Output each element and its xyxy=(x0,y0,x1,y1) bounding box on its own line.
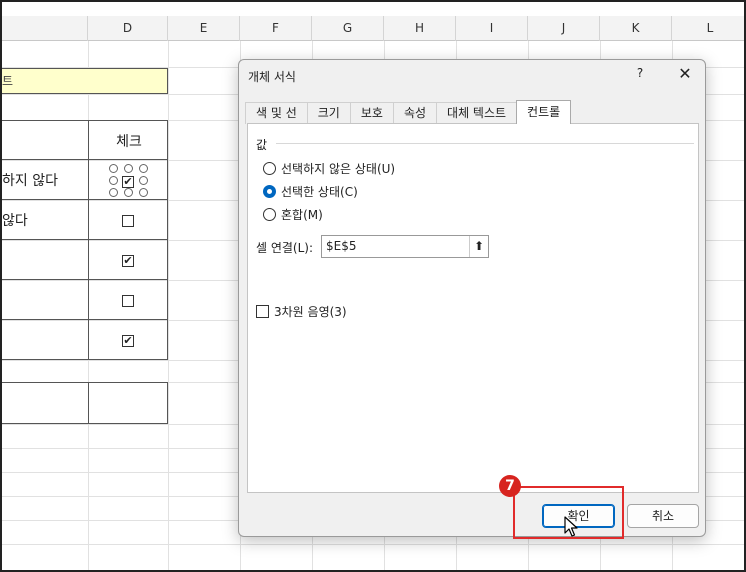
resize-handle[interactable] xyxy=(139,176,148,185)
table-row[interactable]: 않다 xyxy=(2,200,168,240)
column-header-c[interactable] xyxy=(2,16,88,41)
column-header-i[interactable]: I xyxy=(456,16,528,41)
column-header-f[interactable]: F xyxy=(240,16,312,41)
column-header-d[interactable]: D xyxy=(88,16,168,41)
check-cell[interactable] xyxy=(88,280,168,319)
resize-handle[interactable] xyxy=(124,188,133,197)
shading-3d-checkbox-row[interactable]: 3차원 음영(3) xyxy=(256,303,347,320)
radio-label: 혼합(M) xyxy=(281,207,323,222)
tab-protection[interactable]: 보호 xyxy=(349,102,394,124)
step-badge: 7 xyxy=(499,475,521,497)
table-row[interactable] xyxy=(2,280,168,320)
summary-cell[interactable] xyxy=(88,383,168,423)
check-cell[interactable]: ✔ xyxy=(88,320,168,359)
resize-handle[interactable] xyxy=(109,164,118,173)
column-header-g[interactable]: G xyxy=(312,16,384,41)
group-divider xyxy=(276,143,694,144)
checkbox[interactable] xyxy=(122,295,134,307)
mouse-cursor-icon xyxy=(564,516,578,537)
gridline xyxy=(2,544,744,545)
tab-bar: 색 및 선 크기 보호 속성 대체 텍스트 컨트롤 xyxy=(245,100,572,124)
control-tab-panel: 값 선택하지 않은 상태(U) 선택한 상태(C) 혼합(M) 셀 연결(L):… xyxy=(247,123,699,493)
table-row[interactable]: ✔ xyxy=(2,240,168,280)
screenshot-frame: D E F G H I J K L 트 체크 하지 않다 ✔ 않다 ✔ ✔ 개체… xyxy=(0,0,746,572)
column-header-j[interactable]: J xyxy=(528,16,600,41)
title-cell[interactable]: 트 xyxy=(2,68,168,94)
help-button[interactable]: ? xyxy=(632,66,648,84)
tab-alt-text[interactable]: 대체 텍스트 xyxy=(436,102,518,124)
cell-link-label: 셀 연결(L): xyxy=(256,241,314,255)
table-header-row[interactable]: 체크 xyxy=(2,120,168,160)
radio-mixed-state[interactable]: 혼합(M) xyxy=(263,205,323,223)
column-header-h[interactable]: H xyxy=(384,16,456,41)
radio-label: 선택하지 않은 상태(U) xyxy=(281,161,396,176)
title-cell-text: 트 xyxy=(2,74,14,88)
cancel-button[interactable]: 취소 xyxy=(627,504,699,528)
column-header-row: D E F G H I J K L xyxy=(2,16,744,41)
radio-checked-state[interactable]: 선택한 상태(C) xyxy=(263,182,358,200)
cell-link-value: $E$5 xyxy=(326,239,357,253)
collapse-dialog-icon[interactable]: ⬆ xyxy=(469,236,488,257)
resize-handle[interactable] xyxy=(109,188,118,197)
row-label: 않다 xyxy=(2,213,28,229)
table-row[interactable]: ✔ xyxy=(2,320,168,360)
shading-3d-label: 3차원 음영(3) xyxy=(274,305,347,319)
check-cell[interactable]: ✔ xyxy=(88,160,168,199)
resize-handle[interactable] xyxy=(109,176,118,185)
cell-link-input[interactable]: $E$5 ⬆ xyxy=(321,235,489,258)
tab-size[interactable]: 크기 xyxy=(306,102,351,124)
radio-button[interactable] xyxy=(263,207,276,221)
checkbox[interactable]: ✔ xyxy=(122,176,134,188)
column-header-l[interactable]: L xyxy=(672,16,744,41)
column-header-e[interactable]: E xyxy=(168,16,240,41)
radio-label: 선택한 상태(C) xyxy=(281,184,358,199)
table-row[interactable]: 하지 않다 ✔ xyxy=(2,160,168,200)
resize-handle[interactable] xyxy=(139,188,148,197)
radio-button[interactable] xyxy=(263,184,276,198)
table-header-cell[interactable]: 체크 xyxy=(88,121,168,159)
tab-colors-lines[interactable]: 색 및 선 xyxy=(245,102,308,124)
checkbox[interactable] xyxy=(122,215,134,227)
format-object-dialog[interactable]: 개체 서식 ? ✕ 색 및 선 크기 보호 속성 대체 텍스트 컨트롤 값 선택… xyxy=(238,59,706,537)
shading-3d-checkbox[interactable] xyxy=(256,305,269,318)
resize-handle[interactable] xyxy=(139,164,148,173)
check-cell[interactable]: ✔ xyxy=(88,240,168,279)
tab-control[interactable]: 컨트롤 xyxy=(516,100,572,124)
column-header-k[interactable]: K xyxy=(600,16,672,41)
radio-unchecked-state[interactable]: 선택하지 않은 상태(U) xyxy=(263,159,395,177)
tab-properties[interactable]: 속성 xyxy=(392,102,438,124)
dialog-title: 개체 서식 xyxy=(248,70,296,84)
checkbox[interactable]: ✔ xyxy=(122,255,134,267)
check-cell[interactable] xyxy=(88,200,168,239)
close-button[interactable]: ✕ xyxy=(676,64,694,84)
value-group-label: 값 xyxy=(256,138,268,152)
checkbox[interactable]: ✔ xyxy=(122,335,134,347)
check-header-text: 체크 xyxy=(116,134,142,150)
row-label: 하지 않다 xyxy=(2,173,58,189)
resize-handle[interactable] xyxy=(124,164,133,173)
radio-button[interactable] xyxy=(263,161,276,175)
summary-row[interactable] xyxy=(2,382,168,424)
